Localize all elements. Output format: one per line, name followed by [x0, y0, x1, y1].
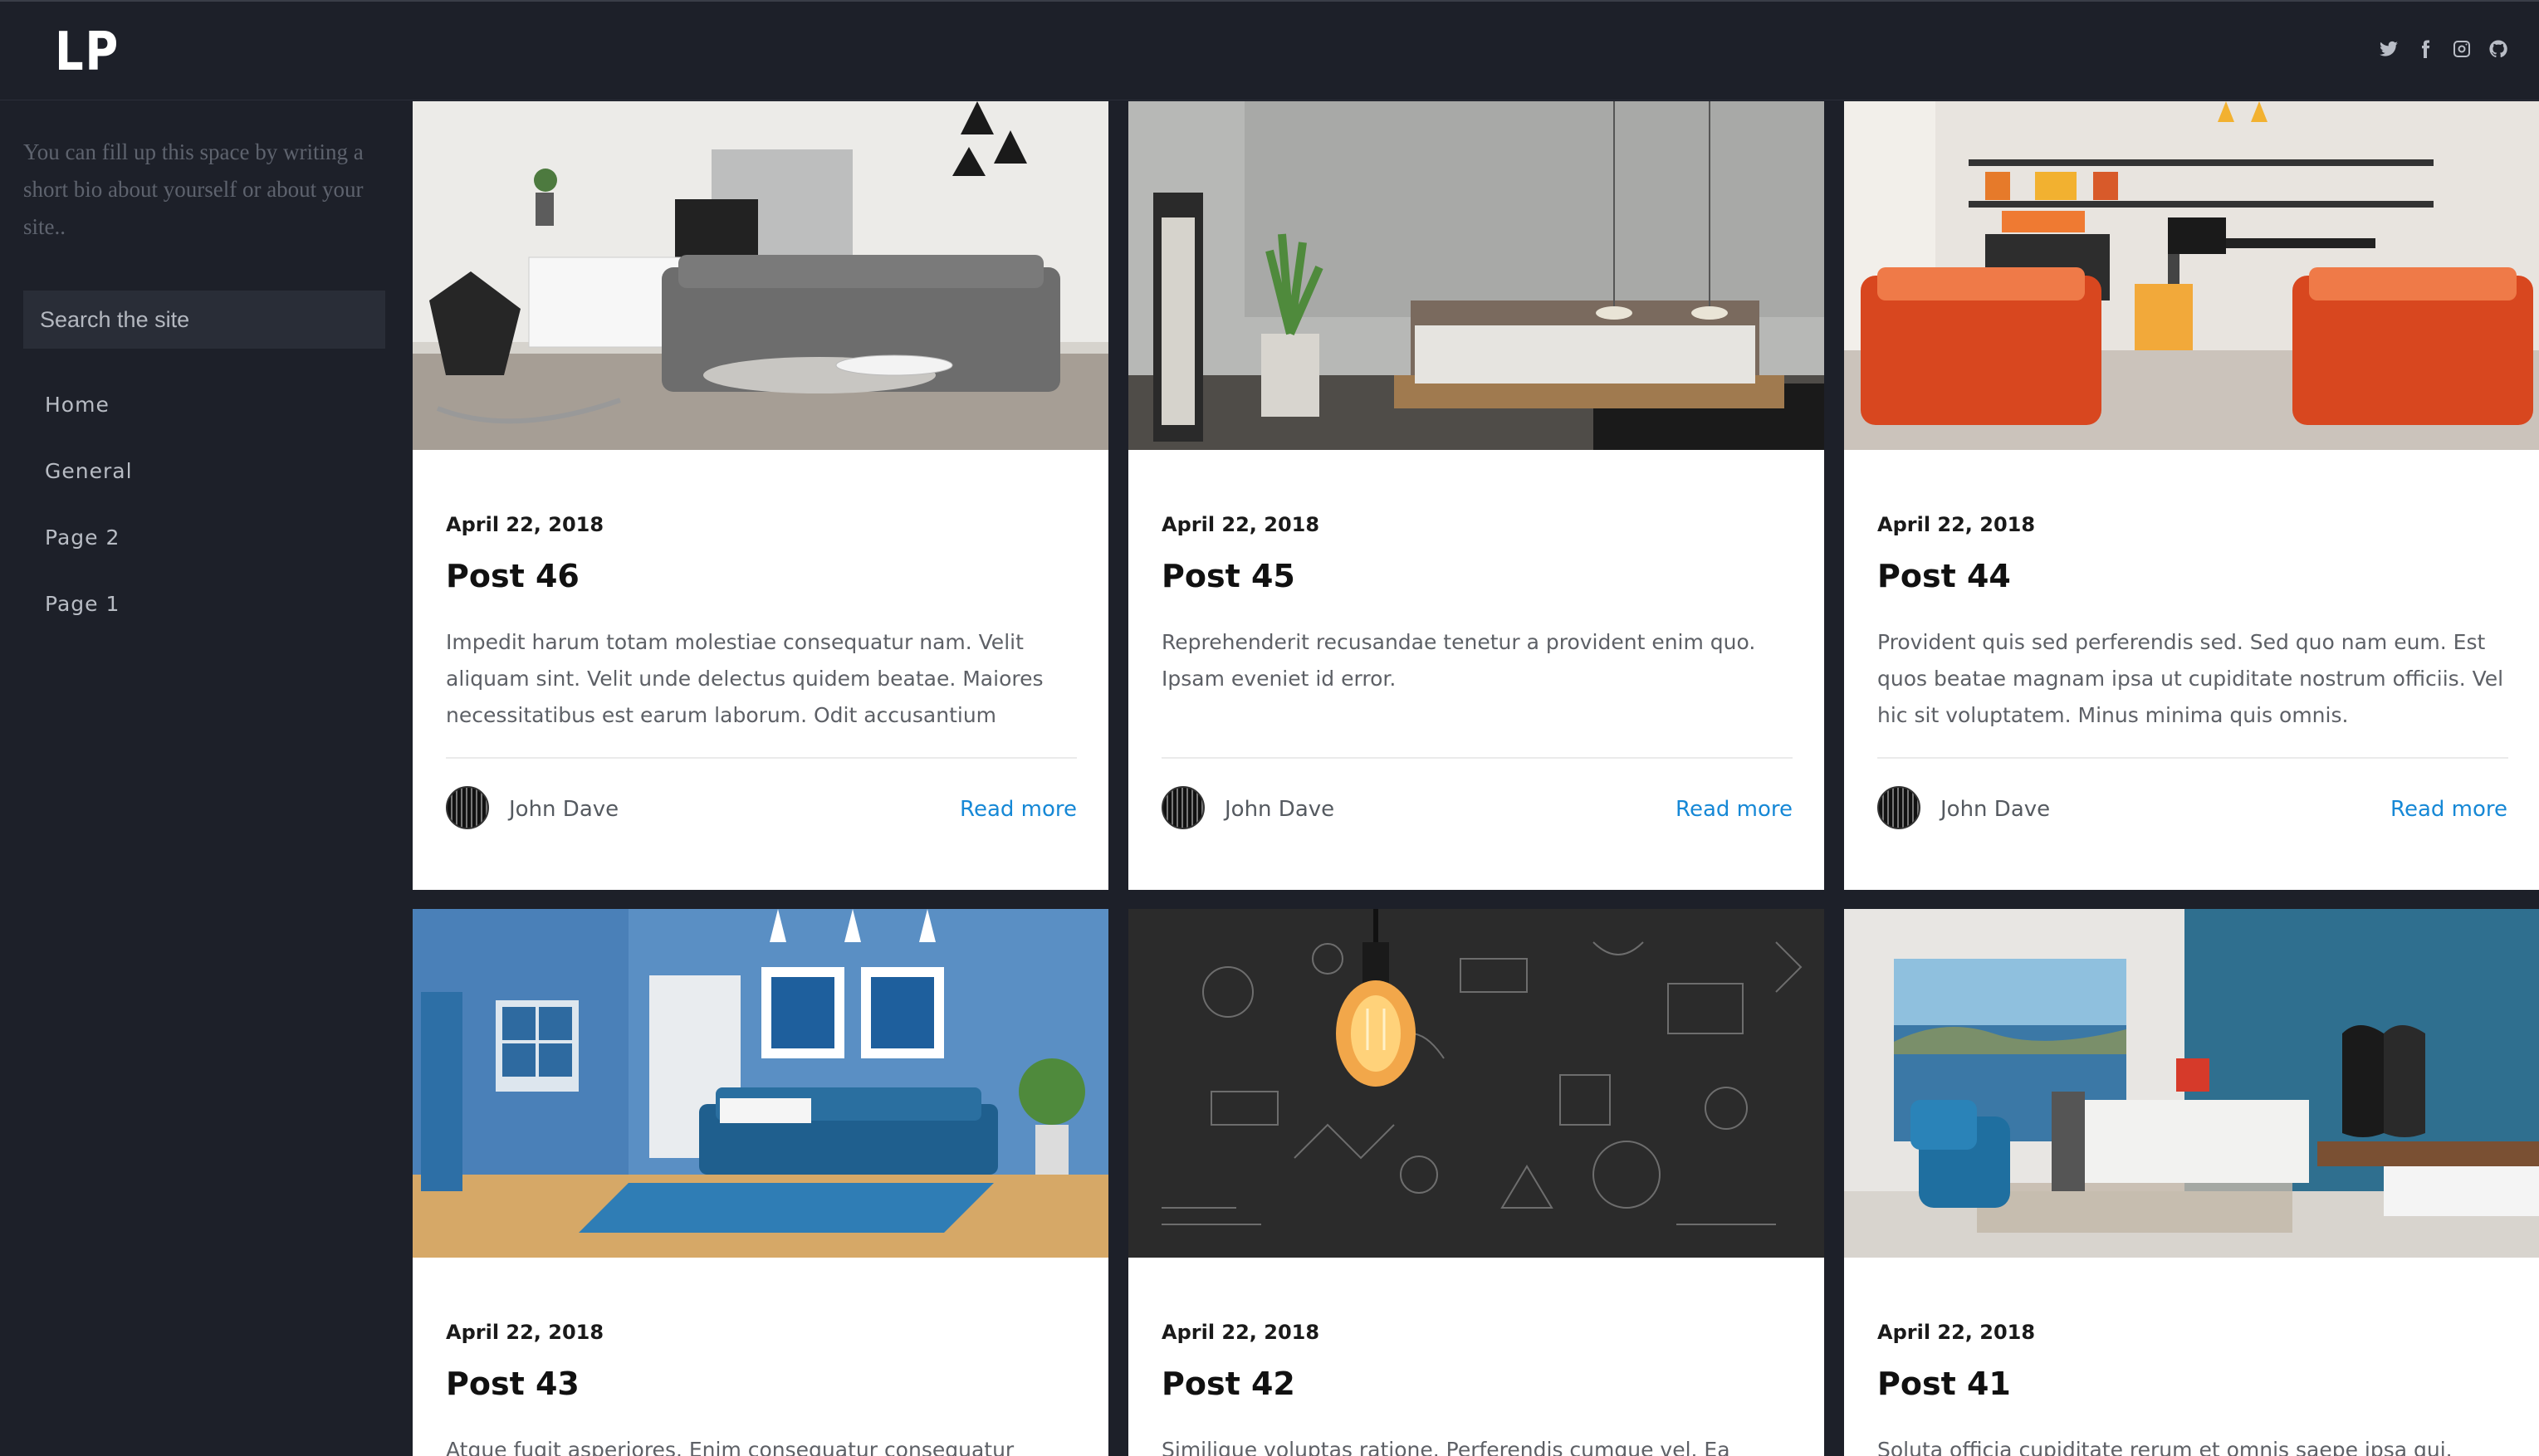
social-links [2378, 38, 2509, 60]
post-title[interactable]: Post 45 [1162, 558, 1295, 594]
sidebar: You can fill up this space by writing a … [0, 100, 411, 1456]
post-excerpt: Soluta officia cupiditate rerum et omnis… [1877, 1438, 2453, 1456]
nav-item-page-1[interactable]: Page 1 [45, 592, 133, 658]
post-card: April 22, 2018 Post 46 Impedit harum tot… [413, 101, 1108, 890]
divider [446, 757, 1077, 759]
post-excerpt: Reprehenderit recusandae tenetur a provi… [1162, 630, 1756, 691]
author-avatar [1877, 786, 1920, 829]
post-date: April 22, 2018 [1877, 513, 2036, 536]
post-excerpt: Atque fugit asperiores. Enim consequatur… [446, 1438, 1015, 1456]
read-more-link[interactable]: Read more [1676, 797, 1793, 822]
post-title[interactable]: Post 43 [446, 1366, 580, 1402]
post-card: April 22, 2018 Post 41 Soluta officia cu… [1844, 909, 2539, 1456]
author-avatar [446, 786, 489, 829]
divider [1162, 757, 1793, 759]
post-card: April 22, 2018 Post 44 Provident quis se… [1844, 101, 2539, 890]
post-excerpt: Impedit harum totam molestiae consequatu… [446, 630, 1044, 727]
post-card: April 22, 2018 Post 42 Similique volupta… [1128, 909, 1824, 1456]
post-card: April 22, 2018 Post 45 Reprehenderit rec… [1128, 101, 1824, 890]
post-thumbnail[interactable] [413, 909, 1108, 1258]
instagram-icon[interactable] [2451, 38, 2473, 60]
author-name: John Dave [1225, 797, 1335, 822]
author-name: John Dave [1940, 797, 2051, 822]
post-thumbnail[interactable] [1128, 909, 1824, 1258]
site-logo[interactable]: LP [55, 22, 120, 83]
nav-item-page-2[interactable]: Page 2 [45, 525, 133, 592]
post-date: April 22, 2018 [446, 1321, 604, 1344]
nav-item-home[interactable]: Home [45, 393, 133, 459]
post-date: April 22, 2018 [1162, 1321, 1320, 1344]
read-more-link[interactable]: Read more [960, 797, 1077, 822]
post-excerpt: Similique voluptas ratione. Perferendis … [1162, 1438, 1730, 1456]
post-thumbnail[interactable] [1844, 101, 2539, 450]
post-title[interactable]: Post 44 [1877, 558, 2011, 594]
search-input[interactable] [23, 291, 385, 349]
post-card: April 22, 2018 Post 43 Atque fugit asper… [413, 909, 1108, 1456]
post-title[interactable]: Post 41 [1877, 1366, 2011, 1402]
post-excerpt: Provident quis sed perferendis sed. Sed … [1877, 630, 2504, 727]
github-icon[interactable] [2488, 38, 2509, 60]
author-avatar [1162, 786, 1205, 829]
sidebar-bio: You can fill up this space by writing a … [23, 139, 364, 239]
read-more-link[interactable]: Read more [2390, 797, 2507, 822]
nav-item-general[interactable]: General [45, 459, 133, 525]
top-bar: LP [0, 0, 2539, 100]
sidebar-nav: Home General Page 2 Page 1 [45, 393, 133, 658]
post-date: April 22, 2018 [1877, 1321, 2036, 1344]
author-name: John Dave [509, 797, 619, 822]
post-title[interactable]: Post 42 [1162, 1366, 1295, 1402]
post-date: April 22, 2018 [1162, 513, 1320, 536]
twitter-icon[interactable] [2378, 38, 2400, 60]
post-thumbnail[interactable] [1844, 909, 2539, 1258]
post-thumbnail[interactable] [413, 101, 1108, 450]
divider [1877, 757, 2508, 759]
post-title[interactable]: Post 46 [446, 558, 580, 594]
post-thumbnail[interactable] [1128, 101, 1824, 450]
post-date: April 22, 2018 [446, 513, 604, 536]
facebook-icon[interactable] [2414, 38, 2436, 60]
